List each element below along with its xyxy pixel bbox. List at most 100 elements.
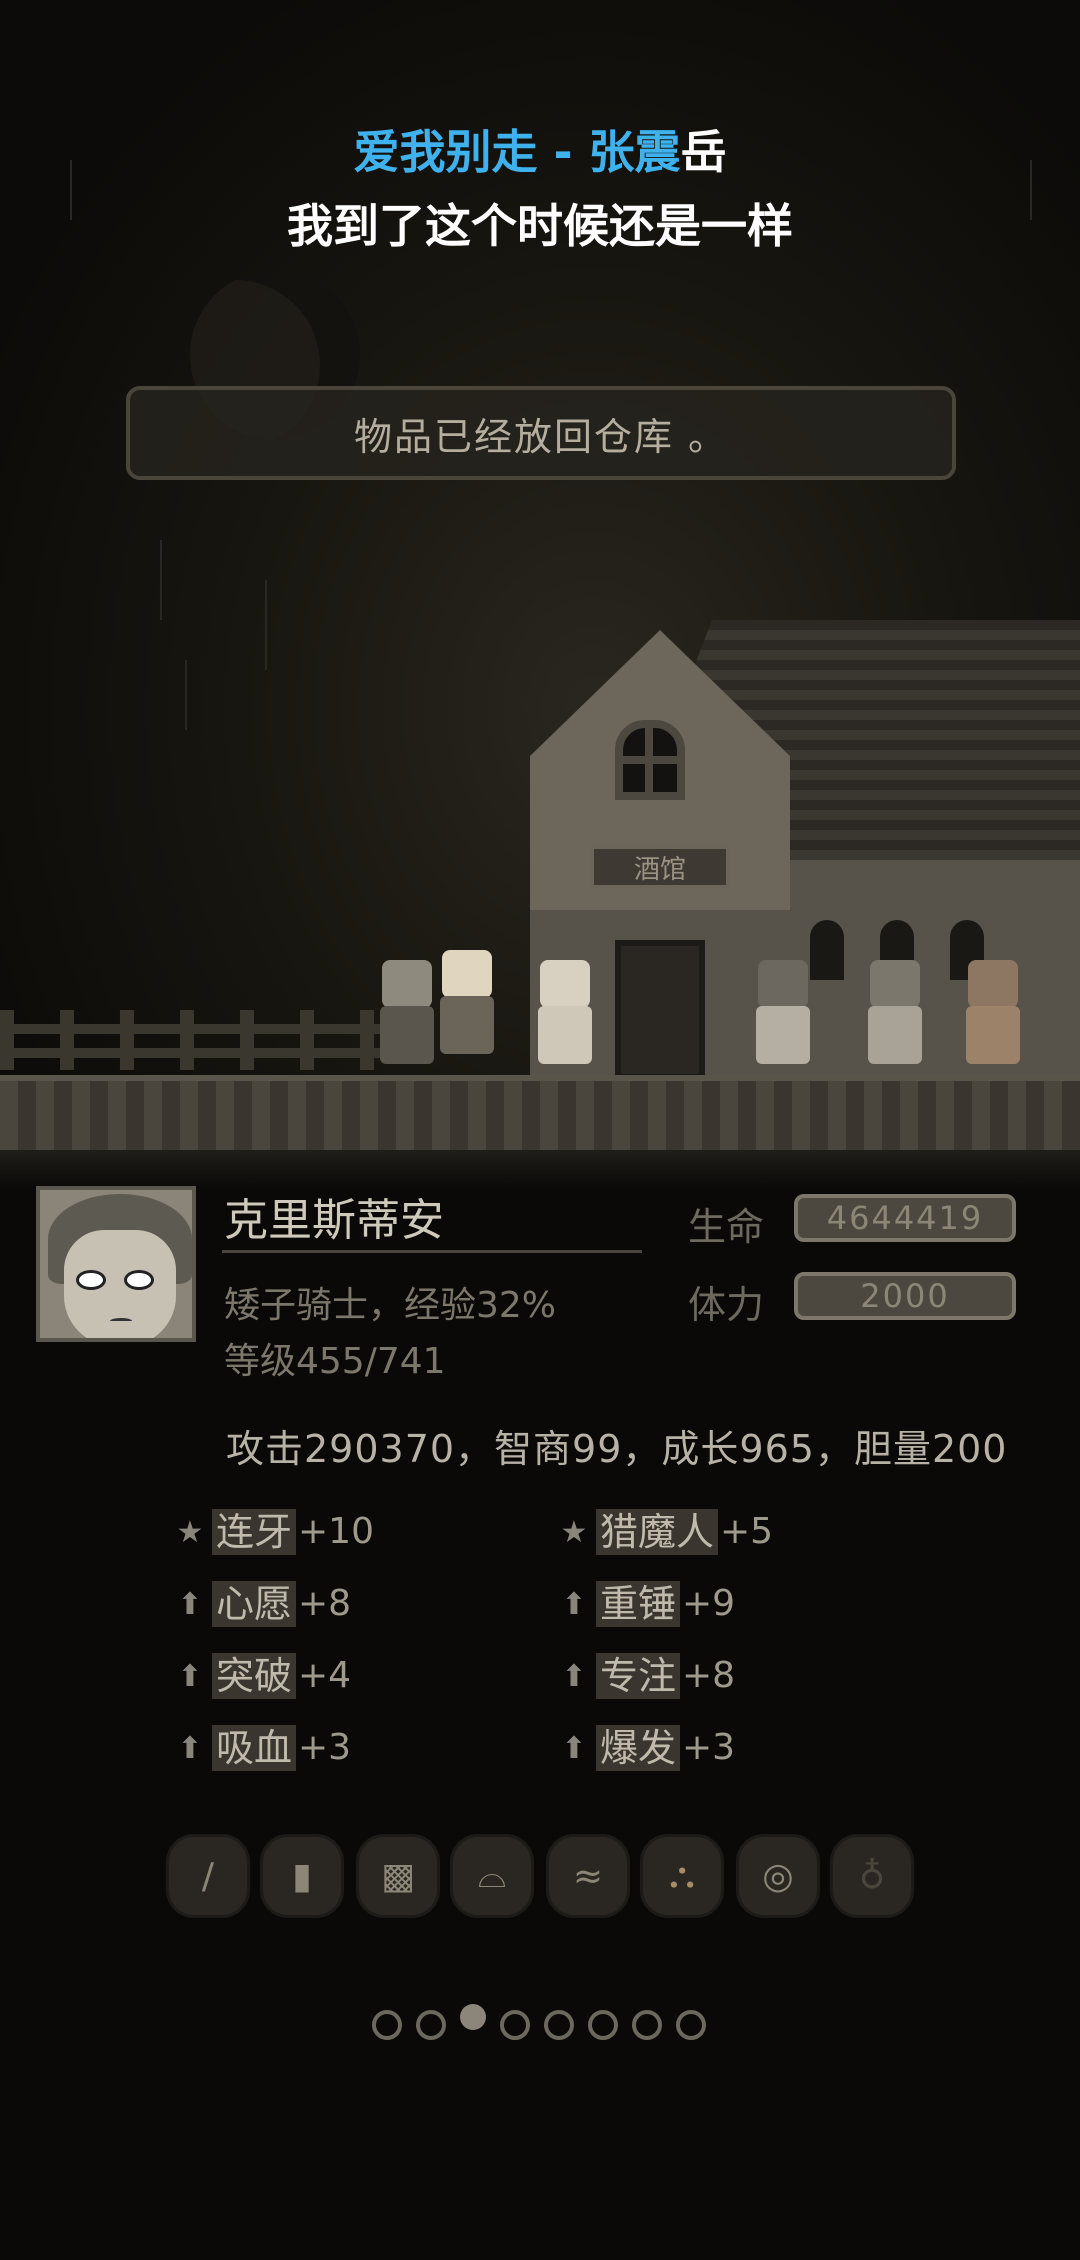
armor-icon: ▮ xyxy=(292,1855,312,1897)
rain-streak xyxy=(185,660,187,730)
fence xyxy=(0,1010,380,1070)
skill-item[interactable]: ★ 猎魔人 +5 xyxy=(552,1508,773,1556)
hp-value: 4644419 xyxy=(794,1194,1016,1242)
equip-slot-gloves[interactable]: ≈ xyxy=(546,1834,630,1918)
lyrics-overlay: 爱我别走 - 张震岳 我到了这个时候还是一样 xyxy=(0,120,1080,258)
potion-icon: ♁ xyxy=(858,1855,886,1897)
skill-name: 猎魔人 xyxy=(596,1509,719,1555)
page-dot[interactable] xyxy=(544,2010,574,2040)
skill-name: 连牙 xyxy=(212,1509,297,1555)
npc[interactable] xyxy=(958,960,1028,1070)
rain-streak xyxy=(160,540,162,620)
arrow-up-icon: ⬆ xyxy=(561,1730,587,1766)
hp-label: 生命 xyxy=(688,1205,765,1249)
skill-value: +4 xyxy=(298,1655,352,1696)
character-body xyxy=(380,1006,434,1064)
equip-slot-potion[interactable]: ♁ xyxy=(830,1834,914,1918)
character-head xyxy=(968,960,1018,1008)
equip-slot-weapon[interactable]: / xyxy=(166,1834,250,1918)
skill-name: 爆发 xyxy=(596,1725,681,1771)
toast-message: 物品已经放回仓库 。 xyxy=(126,386,956,480)
skill-name: 吸血 xyxy=(212,1725,297,1771)
lyric-line-2: 我到了这个时候还是一样 xyxy=(287,199,793,253)
skill-value: +3 xyxy=(682,1727,736,1768)
party-member-king[interactable] xyxy=(432,950,502,1060)
star-icon: ★ xyxy=(560,1514,588,1550)
character-body xyxy=(868,1006,922,1064)
page-dot[interactable] xyxy=(632,2010,662,2040)
ring-icon: ◎ xyxy=(762,1855,794,1897)
sword-icon: / xyxy=(201,1855,215,1897)
toast-text: 物品已经放回仓库 。 xyxy=(353,414,729,459)
page-dot[interactable] xyxy=(416,2010,446,2040)
portrait-mouth xyxy=(110,1318,132,1324)
star-icon: ★ xyxy=(176,1514,204,1550)
character-body xyxy=(966,1006,1020,1064)
page-dot[interactable] xyxy=(372,2010,402,2040)
arrow-up-icon: ⬆ xyxy=(561,1586,587,1622)
window-icon xyxy=(615,720,685,800)
skill-value: +3 xyxy=(298,1727,352,1768)
character-body xyxy=(756,1006,810,1064)
lyric-song-title: 爱我别走 - 张震 xyxy=(353,125,681,179)
skill-name: 突破 xyxy=(212,1653,297,1699)
character-head xyxy=(870,960,920,1008)
equip-slot-armor[interactable]: ▮ xyxy=(260,1834,344,1918)
skill-value: +8 xyxy=(682,1655,736,1696)
skill-item[interactable]: ⬆ 吸血 +3 xyxy=(168,1724,351,1772)
boots-icon: ⌓ xyxy=(477,1855,507,1896)
character-portrait[interactable] xyxy=(36,1186,196,1342)
character-level: 等级455/741 xyxy=(224,1341,446,1382)
page-indicator xyxy=(372,2004,706,2040)
skill-value: +9 xyxy=(682,1583,736,1624)
gloves-icon: ≈ xyxy=(572,1855,604,1897)
attribute-summary: 攻击290370，智商99，成长965，胆量200 xyxy=(226,1427,1008,1471)
skill-item[interactable]: ⬆ 专注 +8 xyxy=(552,1652,735,1700)
portrait-eye xyxy=(76,1270,106,1290)
shield-icon: ▩ xyxy=(380,1855,415,1897)
page-dot-active[interactable] xyxy=(460,2004,486,2030)
portrait-eye xyxy=(124,1270,154,1290)
arrow-up-icon: ⬆ xyxy=(177,1730,203,1766)
skill-item[interactable]: ⬆ 重锤 +9 xyxy=(552,1580,735,1628)
character-body xyxy=(538,1006,592,1064)
ground xyxy=(0,1075,1080,1150)
npc[interactable] xyxy=(860,960,930,1070)
character-name: 克里斯蒂安 xyxy=(224,1195,444,1246)
skill-value: +5 xyxy=(720,1511,774,1552)
skill-item[interactable]: ⬆ 爆发 +3 xyxy=(552,1724,735,1772)
page-dot[interactable] xyxy=(500,2010,530,2040)
arrow-up-icon: ⬆ xyxy=(561,1658,587,1694)
skill-item[interactable]: ⬆ 突破 +4 xyxy=(168,1652,351,1700)
skill-item[interactable]: ⬆ 心愿 +8 xyxy=(168,1580,351,1628)
stamina-value: 2000 xyxy=(794,1272,1016,1320)
skill-item[interactable]: ★ 连牙 +10 xyxy=(168,1508,374,1556)
skill-value: +8 xyxy=(298,1583,352,1624)
page-dot[interactable] xyxy=(588,2010,618,2040)
character-head xyxy=(382,960,432,1008)
npc[interactable] xyxy=(748,960,818,1070)
cape-icon: ⛬ xyxy=(669,1855,695,1896)
name-divider xyxy=(222,1250,642,1253)
skill-value: +10 xyxy=(298,1511,374,1552)
character-head xyxy=(758,960,808,1008)
skill-name: 重锤 xyxy=(596,1581,681,1627)
lyric-line-1: 爱我别走 - 张震岳 xyxy=(0,120,1080,184)
tavern-sign: 酒馆 xyxy=(590,845,730,889)
equip-slot-ring[interactable]: ◎ xyxy=(736,1834,820,1918)
lyric-song-title-rest: 岳 xyxy=(680,125,727,179)
ground-shadow xyxy=(0,1150,1080,1190)
character-class-exp: 矮子骑士，经验32% xyxy=(224,1285,557,1326)
character-body xyxy=(440,996,494,1054)
arrow-up-icon: ⬆ xyxy=(177,1658,203,1694)
equip-slot-boots[interactable]: ⌓ xyxy=(450,1834,534,1918)
equip-slot-cape[interactable]: ⛬ xyxy=(640,1834,724,1918)
rain-streak xyxy=(265,580,267,670)
party-member-knight[interactable] xyxy=(530,960,600,1070)
equip-slot-shield[interactable]: ▩ xyxy=(356,1834,440,1918)
tavern-door[interactable] xyxy=(615,940,705,1080)
character-head xyxy=(540,960,590,1008)
skill-name: 专注 xyxy=(596,1653,681,1699)
page-dot[interactable] xyxy=(676,2010,706,2040)
character-head xyxy=(442,950,492,998)
